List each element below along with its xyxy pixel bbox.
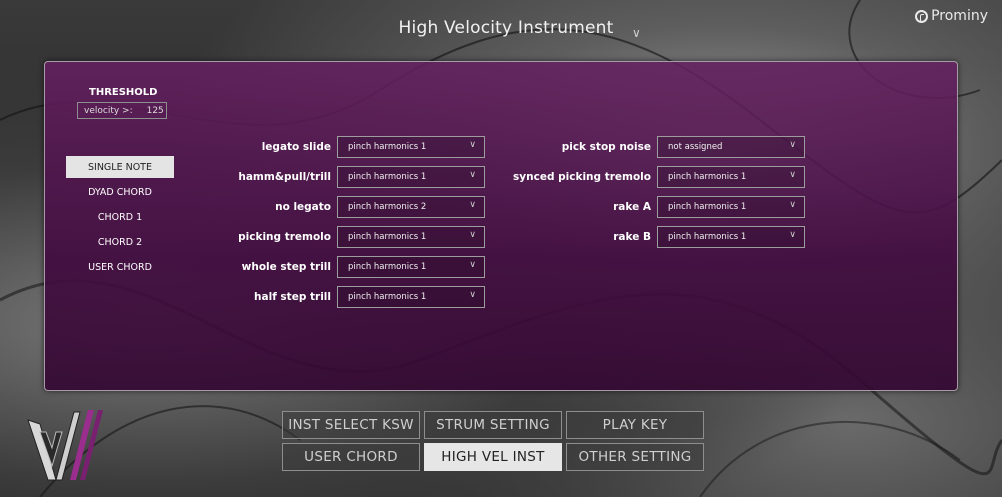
dropdown-value: pinch harmonics 1 — [348, 292, 427, 302]
brand: Prominy — [915, 8, 988, 24]
dropdown-legato-slide[interactable]: pinch harmonics 1 ∨ — [337, 136, 485, 158]
tab-high-vel-inst[interactable]: HIGH VEL INST — [424, 443, 562, 471]
chevron-down-icon: ∨ — [469, 200, 476, 210]
dropdown-value: pinch harmonics 1 — [348, 142, 427, 152]
tab-inst-select-ksw[interactable]: INST SELECT KSW — [282, 411, 420, 439]
tab-play-key[interactable]: PLAY KEY — [566, 411, 704, 439]
label-legato-slide: legato slide — [261, 141, 331, 153]
mode-single-note[interactable]: SINGLE NOTE — [66, 156, 174, 178]
dropdown-synced-picking-tremolo[interactable]: pinch harmonics 1 ∨ — [657, 166, 805, 188]
dropdown-value: pinch harmonics 1 — [348, 262, 427, 272]
dropdown-value: pinch harmonics 1 — [348, 232, 427, 242]
dropdown-value: pinch harmonics 1 — [668, 232, 747, 242]
velocity-value: 125 — [146, 105, 164, 116]
chevron-down-icon[interactable]: ∨ — [632, 26, 641, 40]
instrument-title[interactable]: High Velocity Instrument — [389, 18, 614, 38]
dropdown-no-legato[interactable]: pinch harmonics 2 ∨ — [337, 196, 485, 218]
dropdown-picking-tremolo[interactable]: pinch harmonics 1 ∨ — [337, 226, 485, 248]
dropdown-rake-a[interactable]: pinch harmonics 1 ∨ — [657, 196, 805, 218]
label-hamm-pull-trill: hamm&pull/trill — [238, 171, 331, 183]
mode-user-chord[interactable]: USER CHORD — [66, 256, 174, 278]
label-rake-b: rake B — [613, 231, 651, 243]
product-v-logo-icon — [27, 410, 103, 481]
chevron-down-icon: ∨ — [789, 140, 796, 150]
label-pick-stop-noise: pick stop noise — [561, 141, 651, 153]
chevron-down-icon: ∨ — [469, 290, 476, 300]
dropdown-half-step-trill[interactable]: pinch harmonics 1 ∨ — [337, 286, 485, 308]
label-rake-a: rake A — [613, 201, 651, 213]
label-half-step-trill: half step trill — [254, 291, 331, 303]
label-whole-step-trill: whole step trill — [241, 261, 331, 273]
dropdown-value: pinch harmonics 1 — [348, 172, 427, 182]
dropdown-whole-step-trill[interactable]: pinch harmonics 1 ∨ — [337, 256, 485, 278]
dropdown-hamm-pull-trill[interactable]: pinch harmonics 1 ∨ — [337, 166, 485, 188]
mode-chord-1[interactable]: CHORD 1 — [66, 206, 174, 228]
dropdown-value: not assigned — [668, 142, 723, 152]
tab-other-setting[interactable]: OTHER SETTING — [566, 443, 704, 471]
dropdown-value: pinch harmonics 1 — [668, 202, 747, 212]
mode-dyad-chord[interactable]: DYAD CHORD — [66, 181, 174, 203]
mode-chord-2[interactable]: CHORD 2 — [66, 231, 174, 253]
dropdown-rake-b[interactable]: pinch harmonics 1 ∨ — [657, 226, 805, 248]
settings-panel — [44, 61, 958, 391]
chevron-down-icon: ∨ — [469, 230, 476, 240]
threshold-label: THRESHOLD — [89, 87, 158, 98]
dropdown-pick-stop-noise[interactable]: not assigned ∨ — [657, 136, 805, 158]
chevron-down-icon: ∨ — [469, 140, 476, 150]
dropdown-value: pinch harmonics 2 — [348, 202, 427, 212]
velocity-label: velocity >: — [84, 105, 133, 116]
label-synced-picking-tremolo: synced picking tremolo — [513, 171, 651, 183]
chevron-down-icon: ∨ — [789, 230, 796, 240]
label-picking-tremolo: picking tremolo — [238, 231, 331, 243]
chevron-down-icon: ∨ — [789, 170, 796, 180]
prominy-logo-icon — [915, 9, 929, 23]
label-no-legato: no legato — [275, 201, 331, 213]
dropdown-value: pinch harmonics 1 — [668, 172, 747, 182]
velocity-threshold-field[interactable]: velocity >: 125 — [77, 102, 167, 119]
chevron-down-icon: ∨ — [469, 260, 476, 270]
tab-strum-setting[interactable]: STRUM SETTING — [424, 411, 562, 439]
chevron-down-icon: ∨ — [469, 170, 476, 180]
tab-user-chord[interactable]: USER CHORD — [282, 443, 420, 471]
title-bar: High Velocity Instrument ∨ — [0, 18, 1002, 40]
brand-name: Prominy — [931, 8, 988, 24]
chevron-down-icon: ∨ — [789, 200, 796, 210]
